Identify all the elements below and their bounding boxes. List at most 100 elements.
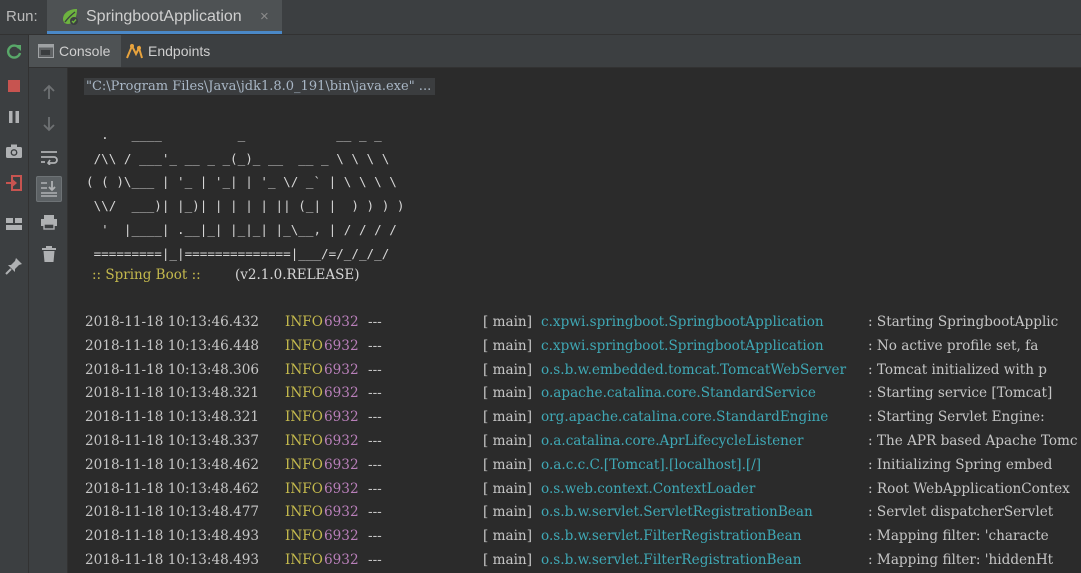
log-logger: org.apache.catalina.core.StandardEngine xyxy=(541,409,829,426)
log-timestamp: 2018-11-18 10:13:48.337 xyxy=(85,432,260,449)
log-timestamp: 2018-11-18 10:13:48.321 xyxy=(85,409,260,426)
log-separator: --- xyxy=(368,456,382,473)
log-separator: --- xyxy=(368,528,382,545)
stop-icon xyxy=(8,80,20,92)
log-pid: 6932 xyxy=(324,456,359,473)
up-arrow-icon xyxy=(43,84,55,99)
log-level: INFO xyxy=(285,504,323,521)
log-separator: --- xyxy=(368,432,382,449)
log-pid: 6932 xyxy=(324,504,359,521)
exit-button[interactable] xyxy=(3,172,25,194)
spring-boot-icon xyxy=(63,9,78,25)
log-separator: --- xyxy=(368,480,382,497)
log-level: INFO xyxy=(285,409,323,426)
log-pid: 6932 xyxy=(324,528,359,545)
log-message: : Tomcat initialized with p xyxy=(868,361,1048,378)
log-thread: [ main] xyxy=(482,551,532,568)
endpoints-icon xyxy=(126,43,143,59)
run-actions-toolbar xyxy=(0,35,29,573)
log-separator: --- xyxy=(368,361,382,378)
log-level: INFO xyxy=(285,551,323,568)
soft-wrap-icon xyxy=(41,151,58,165)
log-pid: 6932 xyxy=(324,480,359,497)
pause-button[interactable] xyxy=(3,106,25,128)
log-thread: [ main] xyxy=(482,456,532,473)
spring-boot-version-line: :: Spring Boot :: (v2.1.0.RELEASE) xyxy=(92,267,360,283)
layout-icon xyxy=(6,218,22,230)
close-tab-icon[interactable]: × xyxy=(260,8,269,25)
run-toolbar: Run: SpringbootApplication × xyxy=(0,0,1081,35)
log-pid: 6932 xyxy=(324,337,359,354)
log-logger: o.apache.catalina.core.StandardService xyxy=(541,385,816,402)
log-logger: o.s.web.context.ContextLoader xyxy=(541,480,756,497)
log-pid: 6932 xyxy=(324,385,359,402)
log-separator: --- xyxy=(368,504,382,521)
log-level: INFO xyxy=(285,314,323,330)
log-timestamp: 2018-11-18 10:13:48.477 xyxy=(85,504,260,521)
banner-line: . ____ _ __ _ _ xyxy=(86,127,382,142)
log-message: : Starting service [Tomcat] xyxy=(868,385,1053,402)
restore-layout-button[interactable] xyxy=(3,213,25,235)
log-level: INFO xyxy=(285,385,323,402)
console-output[interactable]: "C:\Program Files\Java\jdk1.8.0_191\bin\… xyxy=(68,68,1081,573)
log-pid: 6932 xyxy=(324,551,359,568)
console-tabs: Console Endpoints xyxy=(29,35,1081,68)
soft-wrap-button[interactable] xyxy=(36,144,62,170)
log-thread: [ main] xyxy=(482,504,532,521)
log-timestamp: 2018-11-18 10:13:48.321 xyxy=(85,385,260,402)
log-thread: [ main] xyxy=(482,385,532,402)
scroll-to-end-icon xyxy=(41,181,57,197)
log-pid: 6932 xyxy=(324,361,359,378)
log-level: INFO xyxy=(285,480,323,497)
log-logger: o.a.c.c.C.[Tomcat].[localhost].[/] xyxy=(541,456,762,473)
dump-threads-button[interactable] xyxy=(3,140,25,162)
rerun-button[interactable] xyxy=(3,41,25,63)
log-level: INFO xyxy=(285,456,323,473)
log-message: : Root WebApplicationContex xyxy=(868,480,1070,497)
log-separator: --- xyxy=(368,385,382,402)
log-message: : Starting Servlet Engine: xyxy=(868,409,1045,426)
tab-console-label: Console xyxy=(59,43,111,59)
pause-icon xyxy=(9,111,19,123)
previous-occurrence-button[interactable] xyxy=(36,79,62,105)
log-message: : Starting SpringbootApplic xyxy=(868,314,1059,330)
trash-icon xyxy=(42,246,56,262)
log-logger: o.s.b.w.servlet.FilterRegistrationBean xyxy=(541,551,802,568)
log-message: : No active profile set, fa xyxy=(868,337,1039,354)
java-command-line[interactable]: "C:\Program Files\Java\jdk1.8.0_191\bin\… xyxy=(84,78,436,95)
log-thread: [ main] xyxy=(482,409,532,426)
clear-all-button[interactable] xyxy=(36,241,62,267)
log-thread: [ main] xyxy=(482,361,532,378)
rerun-icon xyxy=(7,44,22,59)
log-level: INFO xyxy=(285,361,323,378)
log-logger: c.xpwi.springboot.SpringbootApplication xyxy=(541,314,824,330)
log-timestamp: 2018-11-18 10:13:48.493 xyxy=(85,528,260,545)
log-level: INFO xyxy=(285,337,323,354)
log-pid: 6932 xyxy=(324,409,359,426)
pin-tab-button[interactable] xyxy=(3,255,25,277)
log-timestamp: 2018-11-18 10:13:48.493 xyxy=(85,551,260,568)
log-timestamp: 2018-11-18 10:13:48.306 xyxy=(85,361,260,378)
log-separator: --- xyxy=(368,409,382,426)
print-icon xyxy=(41,215,57,230)
run-tab-springboot-application[interactable]: SpringbootApplication × xyxy=(47,0,282,34)
banner-line: /\\ / ___'_ __ _ _(_)_ __ __ _ \ \ \ \ xyxy=(86,150,390,166)
stop-button[interactable] xyxy=(3,75,25,97)
print-button[interactable] xyxy=(36,209,62,235)
log-message: : Mapping filter: 'hiddenHt xyxy=(868,551,1054,568)
console-icon xyxy=(38,44,54,58)
log-message: : Initializing Spring embed xyxy=(868,456,1053,473)
next-occurrence-button[interactable] xyxy=(36,111,62,137)
log-logger: o.a.catalina.core.AprLifecycleListener xyxy=(541,432,804,449)
log-message: : Servlet dispatcherServlet xyxy=(868,504,1054,521)
tab-console[interactable]: Console xyxy=(29,35,121,67)
log-level: INFO xyxy=(285,528,323,545)
scroll-to-end-button[interactable] xyxy=(36,176,62,202)
banner-line: ( ( )\___ | '_ | '_| | '_ \/ _` | \ \ \ … xyxy=(86,174,397,190)
tab-endpoints[interactable]: Endpoints xyxy=(125,35,225,67)
log-thread: [ main] xyxy=(482,432,532,449)
log-pid: 6932 xyxy=(324,432,359,449)
banner-line: \\/ ___)| |_)| | | | | || (_| | ) ) ) ) xyxy=(86,198,405,214)
log-logger: o.s.b.w.servlet.ServletRegistrationBean xyxy=(541,504,813,521)
log-thread: [ main] xyxy=(482,337,532,354)
